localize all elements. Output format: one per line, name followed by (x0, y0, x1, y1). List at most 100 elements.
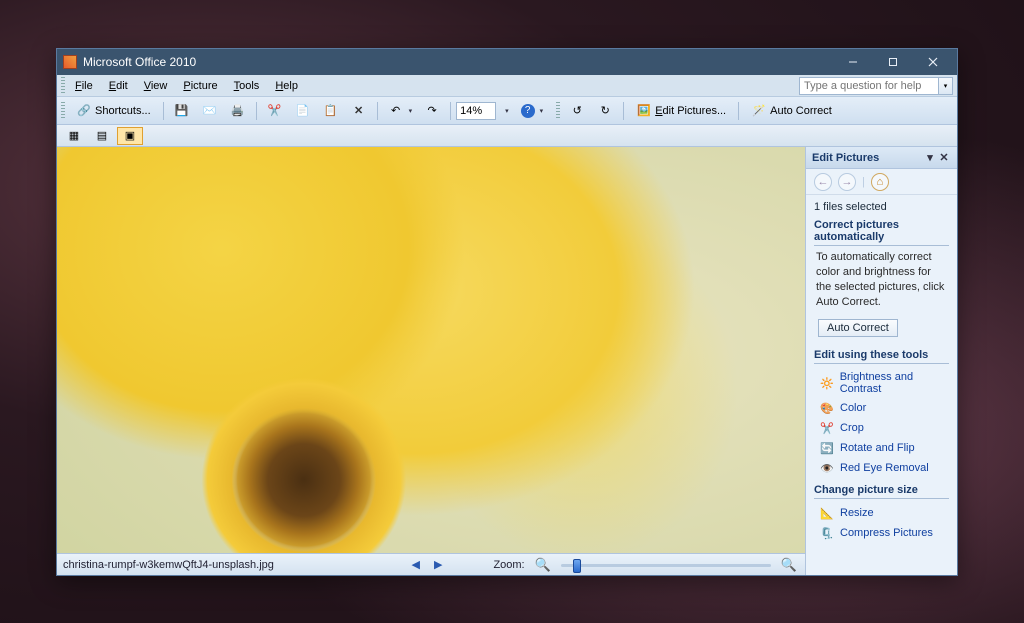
tool-rotate-flip[interactable]: 🔄Rotate and Flip (814, 438, 949, 458)
delete-button[interactable]: ✕ (346, 100, 372, 122)
toolbar-handle-2[interactable] (556, 102, 560, 120)
zoom-slider[interactable] (561, 558, 771, 572)
app-icon (63, 55, 77, 69)
tool-compress[interactable]: 🗜️Compress Pictures (814, 523, 949, 543)
compress-icon: 🗜️ (820, 526, 834, 540)
section-auto-correct: Correct pictures automatically (814, 219, 949, 246)
zoom-input[interactable] (456, 102, 496, 120)
menu-view[interactable]: View (136, 78, 176, 94)
forward-arrow-icon: → (842, 176, 853, 188)
task-pane-menu-button[interactable]: ▾ (923, 151, 937, 164)
section-edit-tools: Edit using these tools (814, 349, 949, 364)
brightness-icon: 🔆 (820, 376, 834, 390)
filename-label: christina-rumpf-w3kemwQftJ4-unsplash.jpg (63, 559, 274, 571)
task-pane-back-button[interactable]: ← (814, 173, 832, 191)
toolbar: 🔗 Shortcuts... 💾 ✉️ 🖨️ ✂️ 📄 📋 ✕ ↶▾ ↷ ▾ ?… (57, 97, 957, 125)
back-arrow-icon: ← (818, 176, 829, 188)
copy-button[interactable]: 📄 (290, 100, 316, 122)
rotate-icon: 🔄 (820, 441, 834, 455)
cut-icon: ✂️ (267, 103, 283, 119)
task-pane-header: Edit Pictures ▾ ✕ (806, 147, 957, 169)
tool-resize[interactable]: 📐Resize (814, 503, 949, 523)
undo-button[interactable]: ↶▾ (383, 100, 418, 122)
maximize-button[interactable] (873, 51, 913, 73)
mail-button[interactable]: ✉️ (197, 100, 223, 122)
close-button[interactable] (913, 51, 953, 73)
rotate-right-icon: ↻ (597, 103, 613, 119)
print-button[interactable]: 🖨️ (225, 100, 251, 122)
help-dropdown-button[interactable]: ▾ (939, 77, 953, 95)
single-view-button[interactable]: ▣ (117, 127, 143, 145)
menubar-handle[interactable] (61, 77, 65, 95)
menu-file[interactable]: File (67, 78, 101, 94)
filmstrip-view-button[interactable]: ▤ (89, 127, 115, 145)
save-button[interactable]: 💾 (169, 100, 195, 122)
cut-button[interactable]: ✂️ (262, 100, 288, 122)
chevron-down-icon: ▾ (409, 107, 413, 115)
zoom-in-button[interactable]: 🔍 (779, 557, 799, 573)
shortcuts-icon: 🔗 (76, 103, 92, 119)
auto-correct-description: To automatically correct color and brigh… (816, 250, 947, 309)
rotate-left-button[interactable]: ↺ (564, 100, 590, 122)
task-pane-home-button[interactable]: ⌂ (871, 173, 889, 191)
zoom-dropdown[interactable]: ▾ (498, 100, 514, 122)
delete-icon: ✕ (351, 103, 367, 119)
view-toolbar: ▦ ▤ ▣ (57, 125, 957, 147)
task-pane-close-button[interactable]: ✕ (937, 151, 951, 164)
auto-correct-button[interactable]: 🪄 Auto Correct (744, 100, 839, 122)
shortcuts-button[interactable]: 🔗 Shortcuts... (69, 100, 158, 122)
redo-button[interactable]: ↷ (419, 100, 445, 122)
mail-icon: ✉️ (202, 103, 218, 119)
help-search-input[interactable] (799, 77, 939, 95)
home-icon: ⌂ (877, 176, 884, 188)
statusbar: christina-rumpf-w3kemwQftJ4-unsplash.jpg… (57, 553, 805, 575)
chevron-down-icon: ▾ (505, 107, 509, 115)
task-pane-body: 1 files selected Correct pictures automa… (806, 195, 957, 575)
picture-content (57, 147, 805, 553)
copy-icon: 📄 (295, 103, 311, 119)
paste-button[interactable]: 📋 (318, 100, 344, 122)
menu-help[interactable]: Help (267, 78, 306, 94)
help-icon: ? (521, 104, 535, 118)
task-pane-title: Edit Pictures (812, 152, 923, 164)
thumbnail-view-button[interactable]: ▦ (61, 127, 87, 145)
canvas-area: christina-rumpf-w3kemwQftJ4-unsplash.jpg… (57, 147, 805, 575)
rotate-left-icon: ↺ (569, 103, 585, 119)
task-pane-forward-button[interactable]: → (838, 173, 856, 191)
minimize-button[interactable] (833, 51, 873, 73)
help-button[interactable]: ?▾ (516, 100, 549, 122)
print-icon: 🖨️ (230, 103, 246, 119)
picture-canvas[interactable] (57, 147, 805, 553)
tool-color[interactable]: 🎨Color (814, 398, 949, 418)
section-change-size: Change picture size (814, 484, 949, 499)
zoom-slider-thumb[interactable] (573, 559, 581, 573)
titlebar[interactable]: Microsoft Office 2010 (57, 49, 957, 75)
toolbar-handle-1[interactable] (61, 102, 65, 120)
rotate-right-button[interactable]: ↻ (592, 100, 618, 122)
prev-picture-button[interactable]: ◀ (409, 558, 423, 571)
menu-picture[interactable]: Picture (175, 78, 225, 94)
zoom-out-button[interactable]: 🔍 (533, 557, 553, 573)
edit-pictures-button[interactable]: 🖼️ Edit Pictures... (629, 100, 733, 122)
single-picture-icon: ▣ (122, 128, 138, 144)
task-pane-nav: ← → | ⌂ (806, 169, 957, 195)
tool-crop[interactable]: ✂️Crop (814, 418, 949, 438)
undo-icon: ↶ (388, 103, 404, 119)
edit-pictures-icon: 🖼️ (636, 103, 652, 119)
save-icon: 💾 (174, 103, 190, 119)
redo-icon: ↷ (424, 103, 440, 119)
app-window: Microsoft Office 2010 File Edit View Pic… (56, 48, 958, 576)
zoom-label: Zoom: (493, 559, 524, 571)
thumbnail-icon: ▦ (66, 128, 82, 144)
menu-tools[interactable]: Tools (226, 78, 268, 94)
tool-brightness-contrast[interactable]: 🔆Brightness and Contrast (814, 368, 949, 398)
menu-edit[interactable]: Edit (101, 78, 136, 94)
auto-correct-icon: 🪄 (751, 103, 767, 119)
paste-icon: 📋 (323, 103, 339, 119)
resize-icon: 📐 (820, 506, 834, 520)
chevron-down-icon: ▾ (540, 107, 544, 115)
auto-correct-pane-button[interactable]: Auto Correct (818, 319, 898, 337)
crop-icon: ✂️ (820, 421, 834, 435)
tool-red-eye[interactable]: 👁️Red Eye Removal (814, 458, 949, 478)
next-picture-button[interactable]: ▶ (431, 558, 445, 571)
